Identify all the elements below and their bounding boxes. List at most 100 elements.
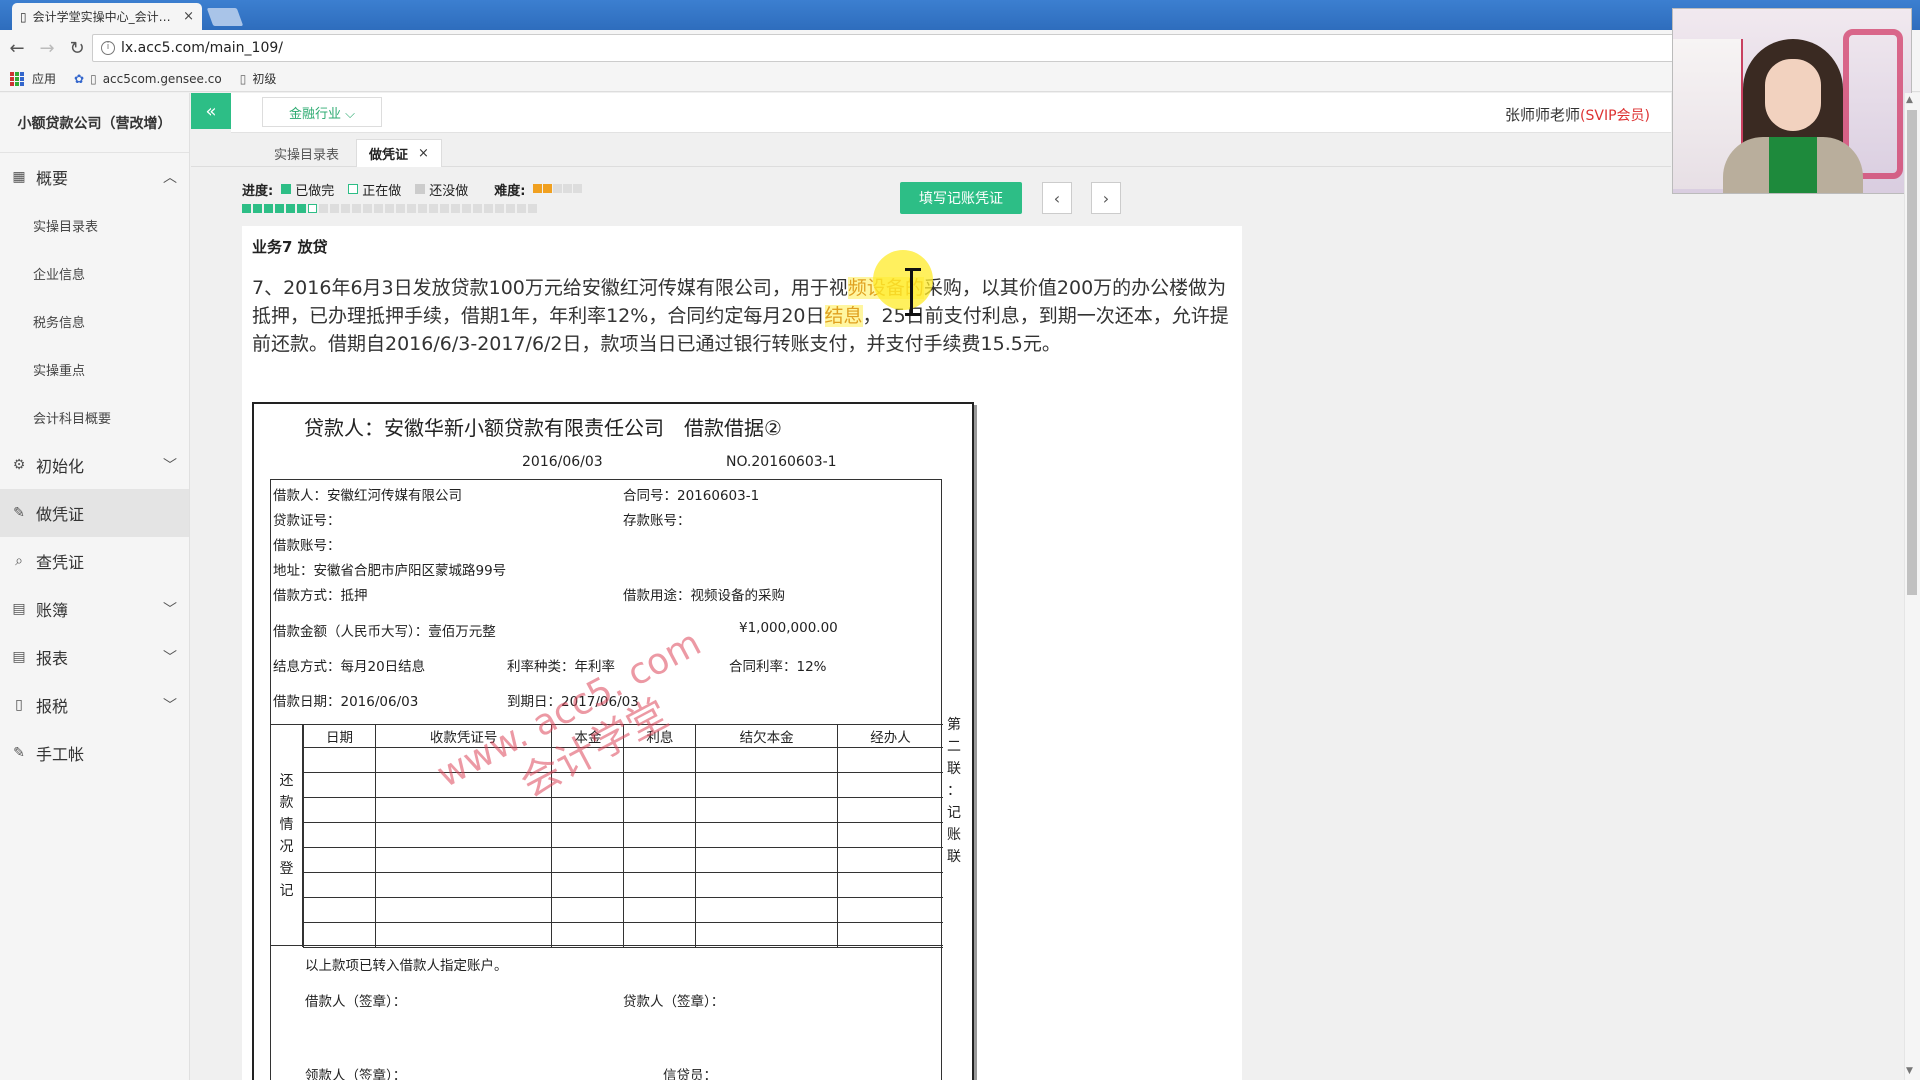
progress-square[interactable] — [308, 204, 317, 213]
collapse-sidebar-button[interactable]: « — [191, 93, 231, 129]
progress-square[interactable] — [462, 204, 471, 213]
sidebar-item-tax[interactable]: ▯ 报税 ﹀ — [0, 681, 189, 729]
receiver-signature: 领款人（签章）： — [305, 1068, 407, 1080]
sidebar-sub-key-points[interactable]: 实操重点 — [0, 345, 189, 393]
progress-square[interactable] — [275, 204, 284, 213]
content-panel: 业务7 放贷 7、2016年6月3日发放贷款100万元给安徽红河传媒有限公司，用… — [242, 226, 1242, 1080]
receipt-date: 2016/06/03 — [522, 454, 603, 470]
back-icon[interactable]: ← — [4, 38, 30, 59]
scroll-up-icon[interactable]: ▲ — [1906, 95, 1913, 105]
tab-catalog[interactable]: 实操目录表 — [262, 139, 351, 167]
sidebar-item-make-voucher[interactable]: ✎ 做凭证 — [0, 489, 189, 537]
progress-square[interactable] — [517, 204, 526, 213]
chevron-down-icon: ﹀ — [163, 650, 177, 666]
sidebar-sub-catalog[interactable]: 实操目录表 — [0, 201, 189, 249]
star-icon — [563, 183, 573, 193]
gear-icon: ⚙ — [12, 457, 26, 473]
fill-voucher-button[interactable]: 填写记账凭证 — [900, 182, 1022, 214]
sidebar-item-manual[interactable]: ✎ 手工帐 — [0, 729, 189, 777]
progress-square[interactable] — [440, 204, 449, 213]
progress-square[interactable] — [396, 204, 405, 213]
user-info[interactable]: 张师师老师(SVIP会员) — [1505, 104, 1650, 125]
tab-make-voucher[interactable]: 做凭证 × — [356, 139, 442, 167]
table-cell — [836, 822, 943, 848]
progress-square[interactable] — [451, 204, 460, 213]
progress-square[interactable] — [418, 204, 427, 213]
progress-square[interactable] — [495, 204, 504, 213]
table-cell — [302, 847, 377, 873]
industry-select[interactable]: 金融行业 ⌵ — [262, 97, 382, 127]
webcam-overlay — [1672, 8, 1912, 194]
address: 地址：安徽省合肥市庐阳区蒙城路99号 — [273, 563, 507, 579]
scroll-down-icon[interactable]: ▼ — [1906, 1066, 1913, 1076]
progress-square[interactable] — [484, 204, 493, 213]
sidebar-item-init[interactable]: ⚙ 初始化 ﹀ — [0, 441, 189, 489]
info-icon[interactable]: i — [101, 41, 115, 55]
amount-words: 借款金额（人民币大写）：壹佰万元整 — [273, 624, 496, 640]
table-cell — [375, 847, 553, 873]
receipt-body: 借款人：安徽红河传媒有限公司 合同号：20160603-1 贷款证号： 存款账号… — [270, 479, 943, 1080]
sidebar-item-query-voucher[interactable]: ⌕ 查凭证 — [0, 537, 189, 585]
progress-square[interactable] — [473, 204, 482, 213]
progress-square[interactable] — [407, 204, 416, 213]
close-icon[interactable]: × — [418, 146, 429, 161]
search-icon: ⌕ — [15, 553, 23, 569]
table-cell — [836, 872, 943, 898]
company-name: 小额贷款公司（营改增） — [0, 93, 189, 153]
progress-square[interactable] — [506, 204, 515, 213]
progress-square[interactable] — [253, 204, 262, 213]
progress-square[interactable] — [385, 204, 394, 213]
bookmark-apps[interactable]: 应用 — [10, 70, 56, 87]
sidebar-sub-accounts[interactable]: 会计科目概要 — [0, 393, 189, 441]
forward-icon[interactable]: → — [34, 38, 60, 59]
reload-icon[interactable]: ↻ — [64, 38, 90, 59]
pen-icon: ✎ — [13, 745, 25, 761]
progress-square[interactable] — [319, 204, 328, 213]
progress-square[interactable] — [297, 204, 306, 213]
legend-done: 已做完 — [295, 183, 335, 199]
scrollbar-thumb[interactable] — [1907, 110, 1917, 595]
contract-no: 合同号：20160603-1 — [623, 488, 760, 504]
bookmark-chuji[interactable]: ▯ 初级 — [240, 70, 277, 87]
table-cell — [302, 747, 377, 773]
progress-square[interactable] — [330, 204, 339, 213]
paw-icon: ✿ — [74, 71, 85, 86]
report-icon: ▤ — [12, 649, 26, 665]
sidebar: 小额贷款公司（营改增） ▦ 概要 ︿ 实操目录表 企业信息 税务信息 实操重点 … — [0, 93, 190, 1080]
url-text: lx.acc5.com/main_109/ — [121, 40, 283, 56]
difficulty-stars — [533, 182, 583, 197]
table-cell — [375, 772, 553, 798]
close-tab-icon[interactable]: × — [183, 9, 194, 24]
progress-square[interactable] — [374, 204, 383, 213]
progress-square[interactable] — [242, 204, 251, 213]
sidebar-sub-company-info[interactable]: 企业信息 — [0, 249, 189, 297]
table-cell — [623, 822, 697, 848]
doing-legend-icon — [348, 184, 359, 194]
sidebar-sub-tax-info[interactable]: 税务信息 — [0, 297, 189, 345]
cursor-highlight — [873, 250, 933, 310]
table-cell — [695, 772, 838, 798]
progress-square[interactable] — [264, 204, 273, 213]
table-row — [302, 847, 943, 873]
sidebar-item-ledger[interactable]: ▤ 账簿 ﹀ — [0, 585, 189, 633]
progress-square[interactable] — [528, 204, 537, 213]
star-icon — [553, 183, 563, 193]
table-cell — [836, 772, 943, 798]
table-cell — [695, 747, 838, 773]
progress-square[interactable] — [429, 204, 438, 213]
next-button[interactable]: › — [1091, 182, 1121, 214]
credit-officer: 信贷员： — [663, 1068, 717, 1080]
progress-square[interactable] — [363, 204, 372, 213]
borrower: 借款人：安徽红河传媒有限公司 — [273, 488, 462, 504]
progress-square[interactable] — [352, 204, 361, 213]
browser-tab[interactable]: ▯ 会计学堂实操中心_会计… × — [12, 3, 202, 30]
prev-button[interactable]: ‹ — [1042, 182, 1072, 214]
sidebar-item-reports[interactable]: ▤ 报表 ﹀ — [0, 633, 189, 681]
column-header: 利息 — [623, 725, 697, 748]
progress-square[interactable] — [341, 204, 350, 213]
bookmark-gensee[interactable]: ✿ ▯ acc5com.gensee.co — [74, 72, 222, 86]
new-tab-button[interactable] — [206, 8, 244, 26]
progress-square[interactable] — [286, 204, 295, 213]
sidebar-item-overview[interactable]: ▦ 概要 ︿ — [0, 153, 189, 201]
url-field[interactable]: i lx.acc5.com/main_109/ — [92, 34, 1832, 62]
